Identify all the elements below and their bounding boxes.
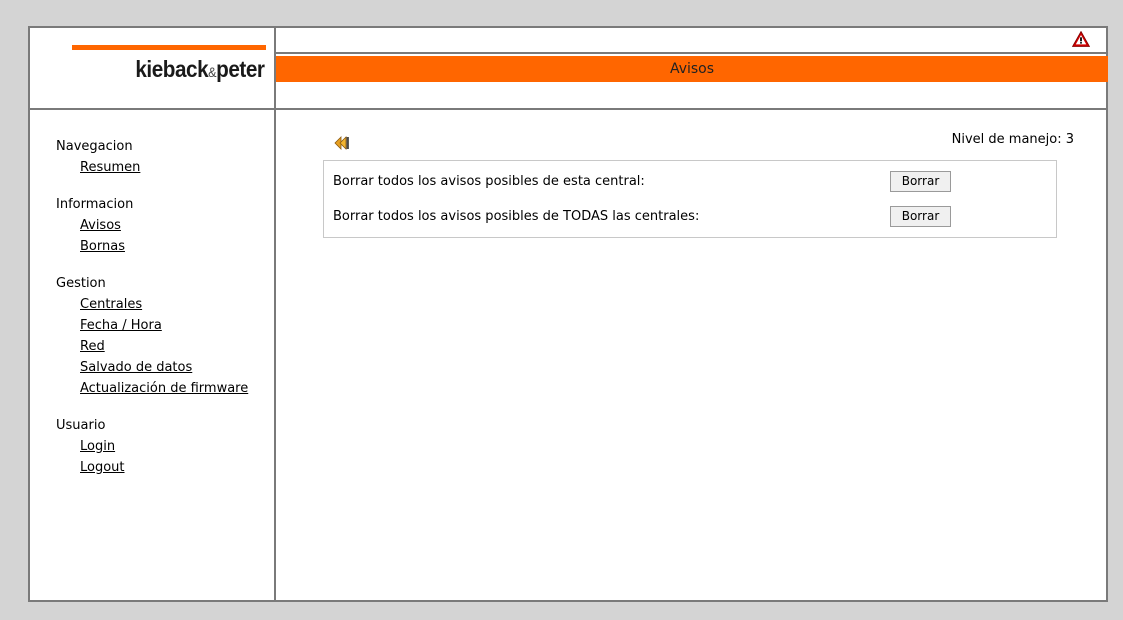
sidebar-item-salvado-de-datos[interactable]: Salvado de datos <box>80 357 271 378</box>
brand-logo: kieback&peter <box>134 56 265 83</box>
nav-heading: Informacion <box>56 197 134 212</box>
nav-group-informacion: Informacion Avisos Bornas <box>56 194 271 257</box>
sidebar-item-avisos[interactable]: Avisos <box>80 215 271 236</box>
nav-heading: Gestion <box>56 276 106 291</box>
warning-icon[interactable] <box>1072 31 1090 47</box>
nav-group-navegacion: Navegacion Resumen <box>56 136 271 178</box>
main-content: Nivel de manejo: 3 Borrar todos los avis… <box>276 110 1108 600</box>
sidebar-nav: Navegacion Resumen Informacion Avisos Bo… <box>56 136 271 494</box>
header-spacer <box>276 82 1108 110</box>
sidebar-item-centrales[interactable]: Centrales <box>80 294 271 315</box>
first-page-icon[interactable] <box>333 136 351 150</box>
nivel-de-manejo: Nivel de manejo: 3 <box>951 132 1074 147</box>
sidebar: kieback&peter Navegacion Resumen Informa… <box>30 28 276 600</box>
top-status-bar <box>276 28 1108 54</box>
sidebar-item-bornas[interactable]: Bornas <box>80 236 271 257</box>
list-item: Borrar todos los avisos posibles de esta… <box>324 171 1056 193</box>
sidebar-item-actualizacion-firmware[interactable]: Actualización de firmware <box>80 378 271 399</box>
nav-group-usuario: Usuario Login Logout <box>56 415 271 478</box>
row-label: Borrar todos los avisos posibles de TODA… <box>333 209 700 224</box>
avisos-panel: Borrar todos los avisos posibles de esta… <box>323 160 1057 238</box>
logo-accent-bar <box>72 45 266 50</box>
sidebar-item-red[interactable]: Red <box>80 336 271 357</box>
page-title: Avisos <box>276 56 1108 82</box>
logo-area: kieback&peter <box>30 28 274 110</box>
sidebar-item-fecha-hora[interactable]: Fecha / Hora <box>80 315 271 336</box>
borrar-todas-button[interactable]: Borrar <box>890 206 951 227</box>
row-label: Borrar todos los avisos posibles de esta… <box>333 174 645 189</box>
sidebar-item-login[interactable]: Login <box>80 436 271 457</box>
borrar-central-button[interactable]: Borrar <box>890 171 951 192</box>
logo-ampersand: & <box>207 64 216 80</box>
app-frame: kieback&peter Navegacion Resumen Informa… <box>28 26 1108 602</box>
logo-text-part1: kieback <box>134 56 208 82</box>
nav-heading: Usuario <box>56 418 106 433</box>
sidebar-item-resumen[interactable]: Resumen <box>80 157 271 178</box>
nav-heading: Navegacion <box>56 139 133 154</box>
sidebar-item-logout[interactable]: Logout <box>80 457 271 478</box>
logo-text-part2: peter <box>215 56 265 82</box>
list-item: Borrar todos los avisos posibles de TODA… <box>324 206 1056 228</box>
nav-group-gestion: Gestion Centrales Fecha / Hora Red Salva… <box>56 273 271 399</box>
